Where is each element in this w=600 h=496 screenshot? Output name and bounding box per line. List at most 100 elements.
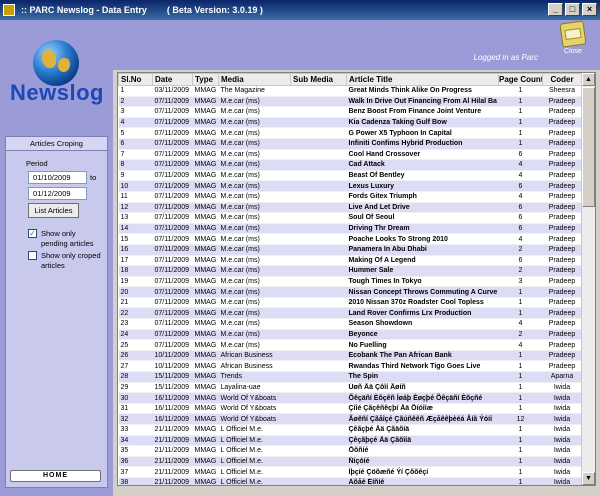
table-cell: 21/11/2009 bbox=[152, 456, 193, 468]
table-cell: 07/11/2009 bbox=[152, 138, 193, 150]
table-row[interactable]: 29 15/11/2009 MMAG Layalina-uae Ûøñ Åä Çôîí … bbox=[118, 382, 582, 394]
table-row[interactable]: 6 07/11/2009 MMAG M.e.car (ms) Infiniti Conf… bbox=[118, 138, 582, 150]
table-cell: Sheesra bbox=[542, 85, 582, 97]
table-row[interactable]: 8 07/11/2009 MMAG M.e.car (ms) Cad Attack 4 Pr… bbox=[118, 159, 582, 171]
table-row[interactable]: 24 07/11/2009 MMAG M.e.car (ms) Beyonce 2 Prad… bbox=[118, 329, 582, 341]
table-row[interactable]: 18 07/11/2009 MMAG M.e.car (ms) Hummer Sale 2… bbox=[118, 265, 582, 277]
table-cell: 6 bbox=[498, 202, 543, 214]
table-row[interactable]: 25 07/11/2009 MMAG M.e.car (ms) No Fuelling 4… bbox=[118, 339, 582, 351]
table-cell: M.e.car (ms) bbox=[218, 233, 291, 245]
table-row[interactable]: 3 07/11/2009 MMAG M.e.car (ms) Benz Boost Fr… bbox=[118, 106, 582, 118]
pending-checkbox[interactable]: ✓ bbox=[28, 229, 37, 238]
close-label: Close bbox=[564, 48, 582, 55]
table-cell: 29 bbox=[118, 382, 153, 394]
column-header[interactable]: Sub Media bbox=[290, 73, 347, 86]
from-date-field[interactable] bbox=[28, 171, 87, 184]
table-cell: 6 bbox=[498, 180, 543, 192]
column-header[interactable]: Media bbox=[218, 73, 291, 86]
table-row[interactable]: 28 15/11/2009 MMAG Trends The Spin 1 Aparna bbox=[118, 371, 582, 383]
column-header[interactable]: Page Count bbox=[498, 73, 543, 86]
app-icon bbox=[3, 4, 15, 16]
table-row[interactable]: 34 21/11/2009 MMAG L Officiel M.e. Çêçãþçé Å… bbox=[118, 435, 582, 447]
table-row[interactable]: 36 21/11/2009 MMAG L Officiel M.e. Ñíçóíé 1 Iw… bbox=[118, 456, 582, 468]
to-date-field[interactable] bbox=[28, 187, 87, 200]
table-cell: Õõñíé bbox=[346, 445, 499, 457]
table-row[interactable]: 26 10/11/2009 MMAG African Business Ecobank … bbox=[118, 350, 582, 362]
cropped-checkbox-row[interactable]: Show only croped articles bbox=[28, 251, 101, 271]
table-cell: Pradeep bbox=[542, 265, 582, 277]
column-header[interactable]: Type bbox=[192, 73, 219, 86]
table-row[interactable]: 23 07/11/2009 MMAG M.e.car (ms) Season Showd… bbox=[118, 318, 582, 330]
table-row[interactable]: 5 07/11/2009 MMAG M.e.car (ms) G Power X5 Ty… bbox=[118, 127, 582, 139]
table-row[interactable]: 21 07/11/2009 MMAG M.e.car (ms) 2010 Nissan … bbox=[118, 297, 582, 309]
table-row[interactable]: 11 07/11/2009 MMAG M.e.car (ms) Fords Gitex … bbox=[118, 191, 582, 203]
table-cell: MMAG bbox=[192, 360, 219, 373]
table-row[interactable]: 19 07/11/2009 MMAG M.e.car (ms) Tough Times … bbox=[118, 276, 582, 288]
table-row[interactable]: 4 07/11/2009 MMAG M.e.car (ms) Kia Cadenza T… bbox=[118, 117, 582, 129]
scroll-down-arrow-icon[interactable]: ▼ bbox=[582, 472, 595, 485]
table-cell: M.e.car (ms) bbox=[218, 170, 291, 182]
minimize-button[interactable]: _ bbox=[548, 3, 563, 16]
table-cell: 21/11/2009 bbox=[152, 424, 193, 436]
window-close-button[interactable]: × bbox=[582, 3, 597, 16]
table-row[interactable]: 2 07/11/2009 MMAG M.e.car (ms) Walk In Drive… bbox=[118, 96, 582, 108]
table-cell bbox=[290, 180, 347, 192]
table-row[interactable]: 10 07/11/2009 MMAG M.e.car (ms) Lexus Luxury… bbox=[118, 180, 582, 192]
table-row[interactable]: 1 03/11/2009 MMAG The Magazine Great Minds T… bbox=[118, 85, 582, 97]
table-cell: Pradeep bbox=[542, 329, 582, 341]
column-header[interactable]: Sl.No bbox=[118, 73, 153, 86]
table-cell: 4 bbox=[498, 159, 543, 171]
table-cell: 20 bbox=[118, 286, 153, 298]
table-cell: MMAG bbox=[192, 159, 219, 171]
table-cell: 2 bbox=[498, 329, 543, 341]
table-row[interactable]: 38 21/11/2009 MMAG L Officiel M.e. Àõåè Éíñí… bbox=[118, 477, 582, 485]
table-cell: 35 bbox=[118, 445, 153, 457]
column-header[interactable]: Article Title bbox=[346, 73, 499, 86]
table-row[interactable]: 13 07/11/2009 MMAG M.e.car (ms) Soul Of Seou… bbox=[118, 212, 582, 224]
close-app-button[interactable]: Close bbox=[556, 20, 590, 62]
table-cell: 07/11/2009 bbox=[152, 286, 193, 298]
scroll-up-arrow-icon[interactable]: ▲ bbox=[582, 73, 595, 86]
home-button[interactable]: HOME bbox=[10, 470, 101, 482]
column-header[interactable]: Coder bbox=[542, 73, 582, 86]
table-row[interactable]: 33 21/11/2009 MMAG L Officiel M.e. Çêãçþé Åä… bbox=[118, 424, 582, 436]
table-cell: 15/11/2009 bbox=[152, 371, 193, 383]
table-row[interactable]: 30 16/11/2009 MMAG World Of Y&boats Õêçäñí È… bbox=[118, 392, 582, 404]
table-row[interactable]: 35 21/11/2009 MMAG L Officiel M.e. Õõñíé 1 Iwi… bbox=[118, 445, 582, 457]
table-cell: MMAG bbox=[192, 297, 219, 309]
table-cell: M.e.car (ms) bbox=[218, 96, 291, 108]
table-cell: Çêãçþé Åä Çãäõíä bbox=[346, 424, 499, 436]
table-row[interactable]: 37 21/11/2009 MMAG L Officiel M.e. Íþçíé Çöõ… bbox=[118, 466, 582, 478]
table-row[interactable]: 32 16/11/2009 MMAG World Of Y&boats Ãøêñí Çã… bbox=[118, 413, 582, 425]
table-cell: Pradeep bbox=[542, 360, 582, 373]
table-cell: Pradeep bbox=[542, 170, 582, 182]
pending-checkbox-row[interactable]: ✓ Show only pending articles bbox=[28, 229, 101, 249]
table-row[interactable]: 14 07/11/2009 MMAG M.e.car (ms) Driving Thr … bbox=[118, 223, 582, 235]
table-row[interactable]: 31 16/11/2009 MMAG World Of Y&boats Çíîé Çãç… bbox=[118, 403, 582, 415]
table-row[interactable]: 27 10/11/2009 MMAG African Business Rwandas … bbox=[118, 360, 582, 373]
scroll-thumb[interactable] bbox=[582, 87, 595, 207]
column-header[interactable]: Date bbox=[152, 73, 193, 86]
maximize-button[interactable]: □ bbox=[565, 3, 580, 16]
table-cell: Benz Boost From Finance Joint Venture bbox=[346, 106, 499, 118]
table-cell: Iwida bbox=[542, 392, 582, 404]
table-cell: 1 bbox=[498, 392, 543, 404]
table-row[interactable]: 7 07/11/2009 MMAG M.e.car (ms) Cool Hand Cro… bbox=[118, 149, 582, 161]
table-row[interactable]: 15 07/11/2009 MMAG M.e.car (ms) Poache Looks… bbox=[118, 233, 582, 245]
table-row[interactable]: 9 07/11/2009 MMAG M.e.car (ms) Beast Of Bent… bbox=[118, 170, 582, 182]
table-cell: 07/11/2009 bbox=[152, 223, 193, 235]
table-row[interactable]: 12 07/11/2009 MMAG M.e.car (ms) Live And Let… bbox=[118, 202, 582, 214]
table-cell: 2010 Nissan 370z Roadster Cool Topless bbox=[346, 297, 499, 309]
table-row[interactable]: 17 07/11/2009 MMAG M.e.car (ms) Making Of A … bbox=[118, 255, 582, 267]
table-cell: 12 bbox=[118, 202, 153, 214]
table-row[interactable]: 16 07/11/2009 MMAG M.e.car (ms) Panamera In … bbox=[118, 244, 582, 256]
table-cell: Ûøñ Åä Çôîí Ãøíñ bbox=[346, 382, 499, 394]
table-row[interactable]: 22 07/11/2009 MMAG M.e.car (ms) Land Rover C… bbox=[118, 307, 582, 320]
table-cell: Pradeep bbox=[542, 138, 582, 150]
table-row[interactable]: 20 07/11/2009 MMAG M.e.car (ms) Nissan Conce… bbox=[118, 286, 582, 298]
cropped-checkbox[interactable] bbox=[28, 251, 37, 260]
list-articles-button[interactable]: List Articles bbox=[28, 203, 79, 218]
table-header-row: Sl.No Date Type Media Sub Media Article … bbox=[118, 73, 582, 86]
table-cell bbox=[290, 212, 347, 224]
vertical-scrollbar[interactable]: ▲ ▼ bbox=[581, 73, 595, 485]
